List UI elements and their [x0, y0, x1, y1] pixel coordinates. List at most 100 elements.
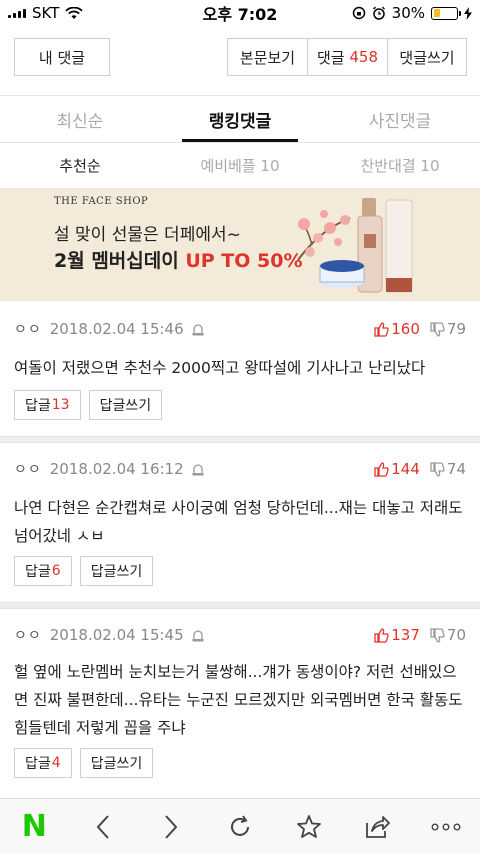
- comment-actions: 답글 13 답글쓰기: [14, 390, 163, 420]
- comment-date: 2018.02.04 15:45: [49, 626, 184, 644]
- more-button[interactable]: [422, 803, 470, 851]
- tab-ranking[interactable]: 랭킹댓글: [160, 96, 320, 142]
- write-comment-label: 댓글쓰기: [399, 48, 455, 67]
- comment-date: 2018.02.04 16:12: [49, 460, 184, 478]
- replies-count: 4: [51, 755, 61, 771]
- comment-toolbar: 내 댓글 본문보기 댓글 458 댓글쓰기: [0, 36, 480, 78]
- bookmark-button[interactable]: [285, 803, 333, 851]
- dislike-button[interactable]: 70: [430, 626, 466, 644]
- tab-latest[interactable]: 최신순: [0, 96, 160, 142]
- divider: [0, 300, 480, 301]
- dislike-count: 70: [446, 626, 466, 644]
- wifi-icon: [65, 6, 83, 19]
- comment-item: ㅇㅇ 2018.02.04 15:46 160 79 여돌이 저랬으면 추천수 …: [0, 318, 480, 430]
- write-reply-button[interactable]: 답글쓰기: [79, 748, 154, 778]
- product-image: [297, 198, 413, 293]
- replies-label: 답글: [25, 398, 51, 414]
- comments-label: 댓글: [316, 48, 345, 67]
- thumbs-up-icon: [374, 461, 389, 477]
- browser-toolbar: N: [0, 798, 480, 854]
- like-count: 137: [391, 626, 420, 644]
- comment-date: 2018.02.04 15:46: [49, 320, 184, 338]
- write-reply-button[interactable]: 답글쓰기: [79, 556, 154, 586]
- battery-icon: [431, 6, 461, 20]
- comment-author: ㅇㅇ: [14, 322, 42, 338]
- thumbs-down-icon: [430, 321, 445, 337]
- comment-meta: ㅇㅇ 2018.02.04 15:46: [14, 318, 204, 340]
- write-reply-button[interactable]: 답글쓰기: [88, 390, 163, 420]
- subtab-pro-con[interactable]: 찬반대결 10: [320, 143, 480, 187]
- naver-logo-icon: N: [21, 809, 47, 844]
- comment-text: 여돌이 저랬으면 추천수 2000찍고 왕따설에 기사나고 난리났다: [14, 359, 426, 377]
- my-comments-label: 내 댓글: [38, 48, 86, 67]
- banner-promo-highlight: UP TO 50%: [185, 250, 303, 272]
- chevron-left-icon: [96, 814, 109, 839]
- thumbs-down-icon: [430, 627, 445, 643]
- chevron-right-icon: [165, 814, 178, 839]
- status-bar: SKT 오후 7:02 30%: [0, 0, 480, 26]
- tab-photo[interactable]: 사진댓글: [320, 96, 480, 142]
- brand-logo: THE FACE SHOP: [54, 196, 149, 207]
- ad-banner[interactable]: THE FACE SHOP 설 맞이 선물은 더페에서~ 2월 멤버십데이 UP…: [0, 188, 480, 300]
- like-button[interactable]: 144: [374, 460, 420, 478]
- dislike-button[interactable]: 79: [430, 320, 466, 338]
- comment-separator: [0, 602, 480, 609]
- more-icon: [431, 823, 461, 830]
- naver-home-button[interactable]: N: [10, 803, 58, 851]
- share-icon: [366, 815, 390, 838]
- comment-text: 나연 다현은 순간캡쳐로 사이궁예 엄청 당하던데...재는 대놓고 저래도 넘…: [14, 499, 463, 545]
- share-button[interactable]: [353, 803, 401, 851]
- report-icon[interactable]: [192, 323, 204, 336]
- comment-item: ㅇㅇ 2018.02.04 16:12 144 74 나연 다현은 순간캡쳐로 …: [0, 458, 480, 590]
- battery-percent: 30%: [391, 4, 425, 22]
- rotation-lock-icon: [352, 6, 365, 20]
- like-button[interactable]: 160: [374, 320, 420, 338]
- comment-meta: ㅇㅇ 2018.02.04 16:12: [14, 458, 204, 480]
- my-comments-button[interactable]: 내 댓글: [14, 38, 110, 76]
- banner-headline: 설 맞이 선물은 더페에서~: [54, 225, 241, 245]
- thumbs-down-icon: [430, 461, 445, 477]
- star-icon: [296, 814, 321, 838]
- comments-count-button[interactable]: 댓글 458: [307, 38, 388, 76]
- write-reply-label: 답글쓰기: [90, 564, 143, 580]
- dislike-count: 79: [446, 320, 466, 338]
- subtab-recommended[interactable]: 추천순: [0, 143, 160, 187]
- write-reply-label: 답글쓰기: [90, 756, 143, 772]
- dislike-count: 74: [446, 460, 466, 478]
- view-article-label: 본문보기: [239, 48, 296, 67]
- comment-text: 헐 옆에 노란멤버 눈치보는거 불쌍해...걔가 동생이야? 저런 선배있으면 …: [14, 663, 463, 737]
- write-comment-button[interactable]: 댓글쓰기: [387, 38, 467, 76]
- comment-actions: 답글 6 답글쓰기: [14, 556, 154, 586]
- thumbs-up-icon: [374, 321, 389, 337]
- thumbs-up-icon: [374, 627, 389, 643]
- carrier-label: SKT: [32, 4, 60, 22]
- view-article-button[interactable]: 본문보기: [227, 38, 308, 76]
- replies-button[interactable]: 답글 13: [14, 390, 81, 420]
- comment-separator: [0, 436, 480, 443]
- banner-promo-text: 2월 멤버십데이: [54, 250, 186, 272]
- report-icon[interactable]: [192, 463, 204, 476]
- like-button[interactable]: 137: [374, 626, 420, 644]
- comment-author: ㅇㅇ: [14, 462, 42, 478]
- comments-count: 458: [349, 48, 379, 66]
- comment-votes: 160 79: [374, 318, 466, 340]
- replies-button[interactable]: 답글 4: [14, 748, 72, 778]
- sub-tabs: 추천순 예비베플 10 찬반대결 10: [0, 143, 480, 187]
- write-reply-label: 답글쓰기: [99, 398, 152, 414]
- charging-bolt-icon: [464, 6, 472, 20]
- back-button[interactable]: [79, 803, 127, 851]
- comment-meta: ㅇㅇ 2018.02.04 15:45: [14, 624, 204, 646]
- replies-count: 6: [51, 563, 61, 579]
- replies-label: 답글: [25, 564, 51, 580]
- refresh-button[interactable]: [216, 803, 264, 851]
- replies-button[interactable]: 답글 6: [14, 556, 72, 586]
- like-count: 160: [391, 320, 420, 338]
- comment-actions: 답글 4 답글쓰기: [14, 748, 154, 778]
- comment-votes: 144 74: [374, 458, 466, 480]
- banner-promo: 2월 멤버십데이 UP TO 50%: [54, 246, 303, 273]
- forward-button[interactable]: [147, 803, 195, 851]
- dislike-button[interactable]: 74: [430, 460, 466, 478]
- subtab-candidate[interactable]: 예비베플 10: [160, 143, 320, 187]
- signal-icon: [8, 8, 26, 18]
- report-icon[interactable]: [192, 629, 204, 642]
